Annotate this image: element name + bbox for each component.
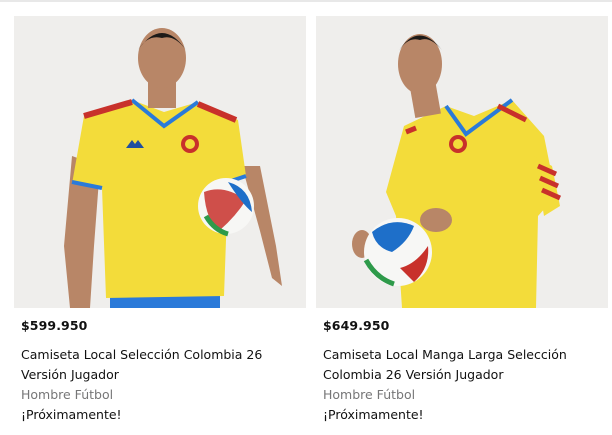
product-image[interactable] bbox=[316, 16, 608, 308]
product-title[interactable]: Camiseta Local Manga Larga Selección Col… bbox=[323, 345, 603, 385]
product-price: $599.950 bbox=[21, 318, 88, 333]
product-title[interactable]: Camiseta Local Selección Colombia 26 Ver… bbox=[21, 345, 301, 385]
product-availability: ¡Próximamente! bbox=[21, 407, 122, 422]
product-card[interactable]: $599.950 Camiseta Local Selección Colomb… bbox=[14, 16, 306, 431]
product-category: Hombre Fútbol bbox=[21, 387, 114, 402]
product-card[interactable]: $649.950 Camiseta Local Manga Larga Sele… bbox=[316, 16, 608, 431]
product-availability: ¡Próximamente! bbox=[323, 407, 424, 422]
player-long-sleeve-illustration bbox=[316, 16, 608, 308]
product-image[interactable] bbox=[14, 16, 306, 308]
product-category: Hombre Fútbol bbox=[323, 387, 416, 402]
product-price: $649.950 bbox=[323, 318, 390, 333]
player-short-sleeve-illustration bbox=[14, 16, 306, 308]
top-divider bbox=[0, 0, 612, 2]
